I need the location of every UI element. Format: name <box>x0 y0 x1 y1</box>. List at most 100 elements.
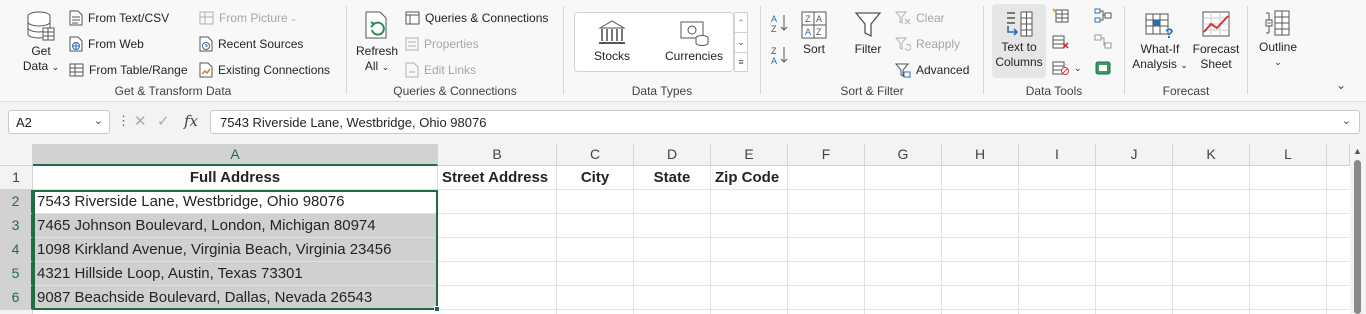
more-options-icon[interactable]: ⋮ <box>117 113 130 129</box>
database-icon <box>27 11 55 41</box>
group-get-transform-data: Get Data ⌄ From Text/CSV From Web From T… <box>0 0 346 102</box>
relationships-button[interactable] <box>1094 34 1112 55</box>
column-header-i[interactable]: I <box>1019 144 1096 166</box>
data-model-icon <box>1095 61 1111 75</box>
sort-a-z-button[interactable]: A Z <box>769 12 791 39</box>
cell-a3[interactable]: 7465 Johnson Boulevard, London, Michigan… <box>33 214 438 238</box>
data-types-gallery: Stocks Currencies <box>574 12 734 72</box>
expand-formula-bar-icon[interactable]: ⌄ <box>1342 114 1351 127</box>
data-ribbon: Get Data ⌄ From Text/CSV From Web From T… <box>0 0 1366 102</box>
stocks-button[interactable]: Stocks <box>587 19 637 64</box>
filter-button[interactable]: Filter <box>851 10 885 57</box>
text-file-icon <box>69 10 83 26</box>
what-if-analysis-button[interactable]: ? What-If Analysis ⌄ <box>1131 10 1189 73</box>
column-header-k[interactable]: K <box>1173 144 1250 166</box>
flash-fill-icon <box>1052 8 1069 23</box>
flash-fill-button[interactable] <box>1052 8 1070 29</box>
cancel-icon[interactable]: ✕ <box>134 112 147 130</box>
row-header-3[interactable]: 3 <box>0 214 33 238</box>
sort-button[interactable]: Z A A Z Sort <box>799 10 829 57</box>
column-header-b[interactable]: B <box>438 144 557 166</box>
queries-connections-button[interactable]: Queries & Connections <box>405 8 548 28</box>
consolidate-button[interactable] <box>1094 8 1112 29</box>
vertical-scrollbar[interactable]: ▲ <box>1350 144 1366 314</box>
edit-links-button[interactable]: Edit Links <box>405 60 476 80</box>
from-web-button[interactable]: From Web <box>69 34 144 54</box>
cell-a2[interactable]: 7543 Riverside Lane, Westbridge, Ohio 98… <box>33 190 438 214</box>
column-header-a[interactable]: A <box>33 144 438 166</box>
existing-connections-icon <box>199 62 213 78</box>
currencies-button[interactable]: Currencies <box>661 19 727 64</box>
cell-a5[interactable]: 4321 Hillside Loop, Austin, Texas 73301 <box>33 262 438 286</box>
relationships-icon <box>1094 34 1112 49</box>
scroll-up-icon[interactable]: ▲ <box>1353 146 1362 156</box>
clear-filter-button[interactable]: Clear <box>895 8 945 28</box>
column-header-g[interactable]: G <box>865 144 942 166</box>
refresh-label-1: Refresh <box>355 44 399 58</box>
chevron-down-icon: ⌄ <box>289 12 298 23</box>
scrollbar-thumb[interactable] <box>1354 160 1361 314</box>
from-text-csv-button[interactable]: From Text/CSV <box>69 8 169 28</box>
sort-a-to-z-icon: A Z <box>771 14 788 34</box>
select-all-corner[interactable] <box>0 144 33 166</box>
from-table-range-button[interactable]: From Table/Range <box>69 60 188 80</box>
fill-handle[interactable] <box>434 306 440 312</box>
insert-function-icon[interactable]: fx <box>184 112 198 130</box>
row-header-2[interactable]: 2 <box>0 190 33 214</box>
collapse-ribbon-icon[interactable]: ⌄ <box>1336 78 1346 92</box>
chevron-down-icon[interactable]: ⌄ <box>94 114 103 127</box>
gallery-more-icon[interactable]: ≡ <box>734 52 748 72</box>
group-data-types: Stocks Currencies ⌃ ⌄ ≡ Data Types <box>564 0 760 102</box>
row-header-4[interactable]: 4 <box>0 238 33 262</box>
properties-label: Properties <box>424 37 479 51</box>
column-header-h[interactable]: H <box>942 144 1019 166</box>
data-model-button[interactable] <box>1094 60 1112 81</box>
row-header-5[interactable]: 5 <box>0 262 33 286</box>
properties-button[interactable]: Properties <box>405 34 479 54</box>
filter-label: Filter <box>854 42 882 56</box>
recent-sources-button[interactable]: Recent Sources <box>199 34 303 54</box>
data-validation-button[interactable]: ⌄ <box>1052 60 1082 76</box>
chevron-up-icon[interactable]: ⌃ <box>734 12 748 32</box>
column-header-d[interactable]: D <box>634 144 711 166</box>
row-header-6[interactable]: 6 <box>0 286 33 310</box>
cell-a6[interactable]: 9087 Beachside Boulevard, Dallas, Nevada… <box>33 286 438 310</box>
reapply-label: Reapply <box>916 37 961 51</box>
text-to-columns-button[interactable]: Text to Columns <box>992 4 1046 78</box>
sort-z-a-button[interactable]: Z A <box>769 44 791 71</box>
column-header-f[interactable]: F <box>788 144 865 166</box>
name-box[interactable]: A2 ⌄ <box>8 110 110 134</box>
from-picture-button[interactable]: From Picture ⌄ <box>199 8 297 28</box>
column-header-e[interactable]: E <box>711 144 788 166</box>
text-to-columns-icon <box>1007 11 1033 37</box>
outline-button[interactable]: Outline ⌄ <box>1252 8 1304 70</box>
chevron-down-icon: ⌄ <box>1274 57 1282 67</box>
chevron-down-icon[interactable]: ⌄ <box>734 32 748 52</box>
existing-connections-button[interactable]: Existing Connections <box>199 60 330 80</box>
remove-duplicates-button[interactable] <box>1052 34 1070 55</box>
chevron-down-icon: ⌄ <box>1074 62 1082 73</box>
consolidate-icon <box>1094 8 1112 23</box>
cell-a4[interactable]: 1098 Kirkland Avenue, Virginia Beach, Vi… <box>33 238 438 262</box>
formula-input[interactable]: 7543 Riverside Lane, Westbridge, Ohio 98… <box>210 110 1360 134</box>
get-data-button[interactable]: Get Data ⌄ <box>20 10 62 75</box>
refresh-all-button[interactable]: Refresh All ⌄ <box>355 10 399 75</box>
enter-icon[interactable]: ✓ <box>157 112 170 130</box>
row-header-1[interactable]: 1 <box>0 166 33 190</box>
svg-text:?: ? <box>1165 25 1174 40</box>
advanced-filter-button[interactable]: Advanced <box>895 60 969 80</box>
formula-bar: A2 ⌄ ⋮ ✕ ✓ fx 7543 Riverside Lane, Westb… <box>0 108 1366 136</box>
forecast-sheet-button[interactable]: Forecast Sheet <box>1191 10 1241 72</box>
sort-label: Sort <box>802 42 825 56</box>
column-header-c[interactable]: C <box>557 144 634 166</box>
reapply-button[interactable]: Reapply <box>895 34 960 54</box>
currencies-label: Currencies <box>664 49 724 63</box>
formula-value: 7543 Riverside Lane, Westbridge, Ohio 98… <box>220 115 487 130</box>
column-header-l[interactable]: L <box>1250 144 1327 166</box>
reapply-icon <box>895 37 911 51</box>
column-header-j[interactable]: J <box>1096 144 1173 166</box>
cell-a1[interactable]: Full Address <box>33 166 438 190</box>
data-validation-icon <box>1052 61 1069 75</box>
picture-icon <box>199 11 214 25</box>
svg-text:Z: Z <box>805 14 811 24</box>
